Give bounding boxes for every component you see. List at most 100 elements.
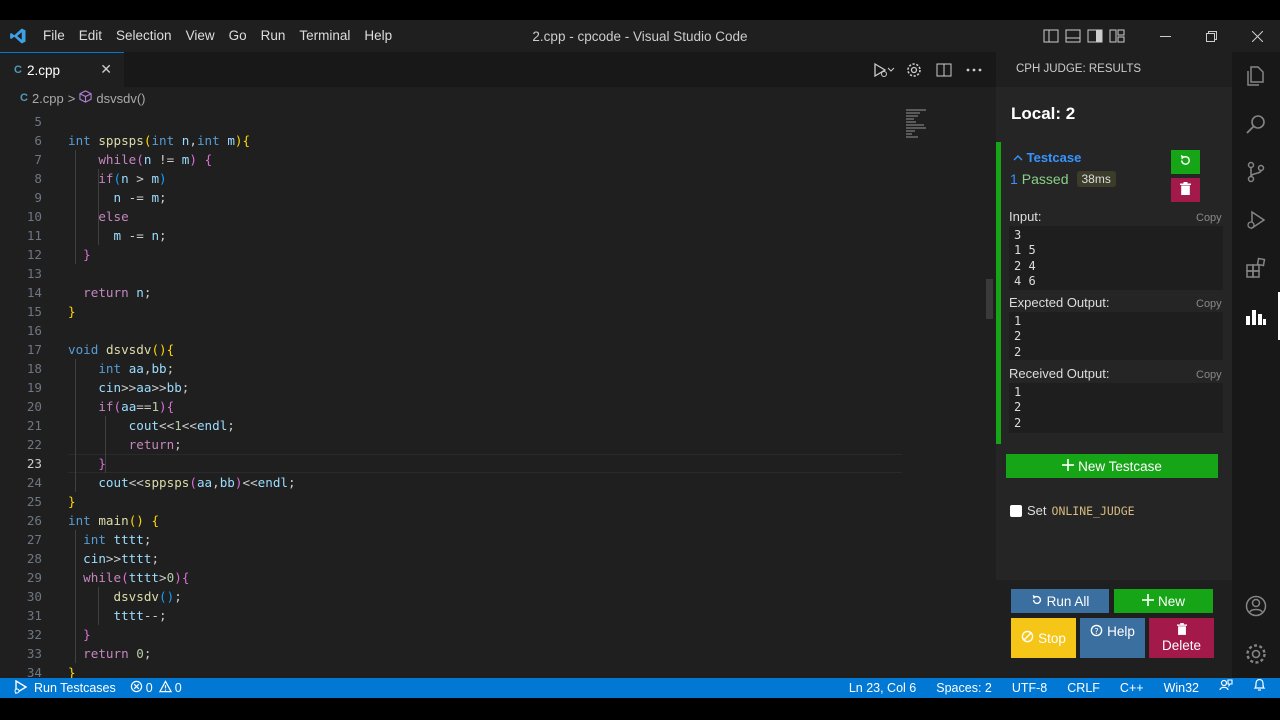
code-line[interactable]: 10 else — [0, 207, 900, 226]
code-line[interactable]: 24 cout<<sppsps(aa,bb)<<endl; — [0, 473, 900, 492]
close-tab-icon[interactable]: ✕ — [100, 61, 112, 78]
accounts-icon[interactable] — [1232, 582, 1280, 630]
code-line[interactable]: 18 int aa,bb; — [0, 359, 900, 378]
cpp-file-icon: C — [20, 92, 28, 104]
code-line[interactable]: 13 — [0, 264, 900, 283]
code-line[interactable]: 27 int tttt; — [0, 530, 900, 549]
toggle-panel-icon[interactable] — [1062, 25, 1084, 47]
language-mode[interactable]: C++ — [1110, 678, 1154, 698]
end-of-line[interactable]: CRLF — [1057, 678, 1110, 698]
feedback-icon[interactable] — [1209, 678, 1243, 698]
online-judge-toggle[interactable]: Set ONLINE_JUDGE — [1010, 503, 1135, 518]
testcase-toggle[interactable]: Testcase — [1013, 150, 1081, 165]
code-line[interactable]: 22 return; — [0, 435, 900, 454]
code-line[interactable]: 34} — [0, 663, 900, 678]
manage-gear-icon[interactable] — [1232, 630, 1280, 678]
code-line[interactable]: 26 int main() { — [0, 511, 900, 530]
breadcrumb-symbol[interactable]: dsvsdv() — [96, 91, 145, 106]
code-line[interactable]: 30 dsvsdv(); — [0, 587, 900, 606]
menu-selection[interactable]: Selection — [109, 20, 179, 52]
run-and-debug-icon[interactable] — [1232, 196, 1280, 244]
encoding[interactable]: UTF-8 — [1002, 678, 1057, 698]
top-letterbox — [0, 0, 1280, 20]
cph-judge-icon[interactable] — [1232, 292, 1280, 340]
cursor-position[interactable]: Ln 23, Col 6 — [839, 678, 926, 698]
platform[interactable]: Win32 — [1154, 678, 1209, 698]
code-line[interactable]: 14 return n; — [0, 283, 900, 302]
code-line[interactable]: 19 cin>>aa>>bb; — [0, 378, 900, 397]
minimap[interactable] — [906, 109, 981, 149]
editor-scrollbar[interactable] — [983, 109, 996, 678]
minimize-icon[interactable] — [1142, 20, 1188, 52]
delete-all-button[interactable]: Delete — [1149, 618, 1214, 658]
copy-received-button[interactable]: Copy — [1196, 369, 1222, 381]
menu-file[interactable]: File — [36, 20, 72, 52]
split-editor-icon[interactable] — [932, 59, 956, 81]
line-number: 31 — [26, 608, 42, 623]
explorer-icon[interactable] — [1232, 52, 1280, 100]
expected-output-label: Expected Output: — [1009, 295, 1110, 310]
code-line[interactable]: 7 while(n != m) { — [0, 150, 900, 169]
menu-run[interactable]: Run — [254, 20, 293, 52]
problems-status[interactable]: 0 0 — [130, 680, 182, 696]
run-debug-dropdown-icon[interactable] — [872, 59, 896, 81]
breadcrumb-file[interactable]: 2.cpp — [32, 91, 64, 106]
toggle-secondary-sidebar-icon[interactable] — [1084, 25, 1106, 47]
delete-testcase-button[interactable] — [1171, 178, 1200, 202]
code-line[interactable]: 31 tttt--; — [0, 606, 900, 625]
source-control-icon[interactable] — [1232, 148, 1280, 196]
code-line[interactable]: 28 cin>>tttt; — [0, 549, 900, 568]
notifications-bell-icon[interactable] — [1243, 678, 1280, 698]
rerun-testcase-button[interactable] — [1171, 150, 1200, 174]
code-line[interactable]: 20 if(aa==1){ — [0, 397, 900, 416]
code-line[interactable]: 21 cout<<1<<endl; — [0, 416, 900, 435]
code-line[interactable]: 29 while(tttt>0){ — [0, 568, 900, 587]
customize-layout-icon[interactable] — [1106, 25, 1128, 47]
line-number: 26 — [26, 513, 42, 528]
line-number: 5 — [34, 114, 42, 129]
more-actions-icon[interactable] — [962, 59, 986, 81]
expected-output-box[interactable]: 1 2 2 — [1009, 312, 1223, 360]
close-window-icon[interactable] — [1234, 20, 1280, 52]
menu-go[interactable]: Go — [222, 20, 254, 52]
menu-help[interactable]: Help — [357, 20, 399, 52]
testcase-time-badge: 38ms — [1076, 171, 1116, 187]
menu-view[interactable]: View — [179, 20, 222, 52]
new-testcase-button[interactable]: New Testcase — [1006, 454, 1218, 478]
menu-edit[interactable]: Edit — [72, 20, 109, 52]
line-code: } — [68, 494, 76, 509]
code-line[interactable]: 9 n -= m; — [0, 188, 900, 207]
code-line[interactable]: 8 if(n > m) — [0, 169, 900, 188]
extensions-icon[interactable] — [1232, 244, 1280, 292]
code-editor[interactable]: 5 6 int sppsps(int n,int m){7 while(n != m… — [0, 109, 996, 678]
code-line[interactable]: 6 int sppsps(int n,int m){ — [0, 131, 900, 150]
help-button[interactable]: ? Help — [1080, 618, 1145, 658]
menu-terminal[interactable]: Terminal — [292, 20, 357, 52]
run-testcases-status[interactable]: Run Testcases — [14, 679, 116, 697]
copy-expected-button[interactable]: Copy — [1196, 298, 1222, 310]
search-icon[interactable] — [1232, 100, 1280, 148]
indentation[interactable]: Spaces: 2 — [926, 678, 1002, 698]
code-line[interactable]: 32 } — [0, 625, 900, 644]
code-line[interactable]: 5 — [0, 112, 900, 131]
stop-button[interactable]: Stop — [1011, 618, 1076, 658]
scrollbar-thumb[interactable] — [986, 279, 993, 319]
code-line[interactable]: 11 m -= n; — [0, 226, 900, 245]
settings-gear-icon[interactable] — [902, 59, 926, 81]
new-button[interactable]: New — [1114, 589, 1213, 613]
copy-input-button[interactable]: Copy — [1196, 212, 1222, 224]
code-line[interactable]: 23 } — [0, 454, 902, 473]
code-line[interactable]: 12 } — [0, 245, 900, 264]
tab-2cpp[interactable]: C 2.cpp ✕ — [0, 52, 124, 87]
online-judge-checkbox[interactable] — [1010, 504, 1022, 517]
code-line[interactable]: 33 return 0; — [0, 644, 900, 663]
toggle-primary-sidebar-icon[interactable] — [1040, 25, 1062, 47]
code-line[interactable]: 16 — [0, 321, 900, 340]
input-box[interactable]: 3 1 5 2 4 4 6 — [1009, 226, 1223, 290]
code-line[interactable]: 15} — [0, 302, 900, 321]
restore-icon[interactable] — [1188, 20, 1234, 52]
warning-count: 0 — [174, 681, 182, 695]
code-line[interactable]: 25} — [0, 492, 900, 511]
run-all-button[interactable]: Run All — [1011, 589, 1109, 613]
code-line[interactable]: 17 void dsvsdv(){ — [0, 340, 900, 359]
